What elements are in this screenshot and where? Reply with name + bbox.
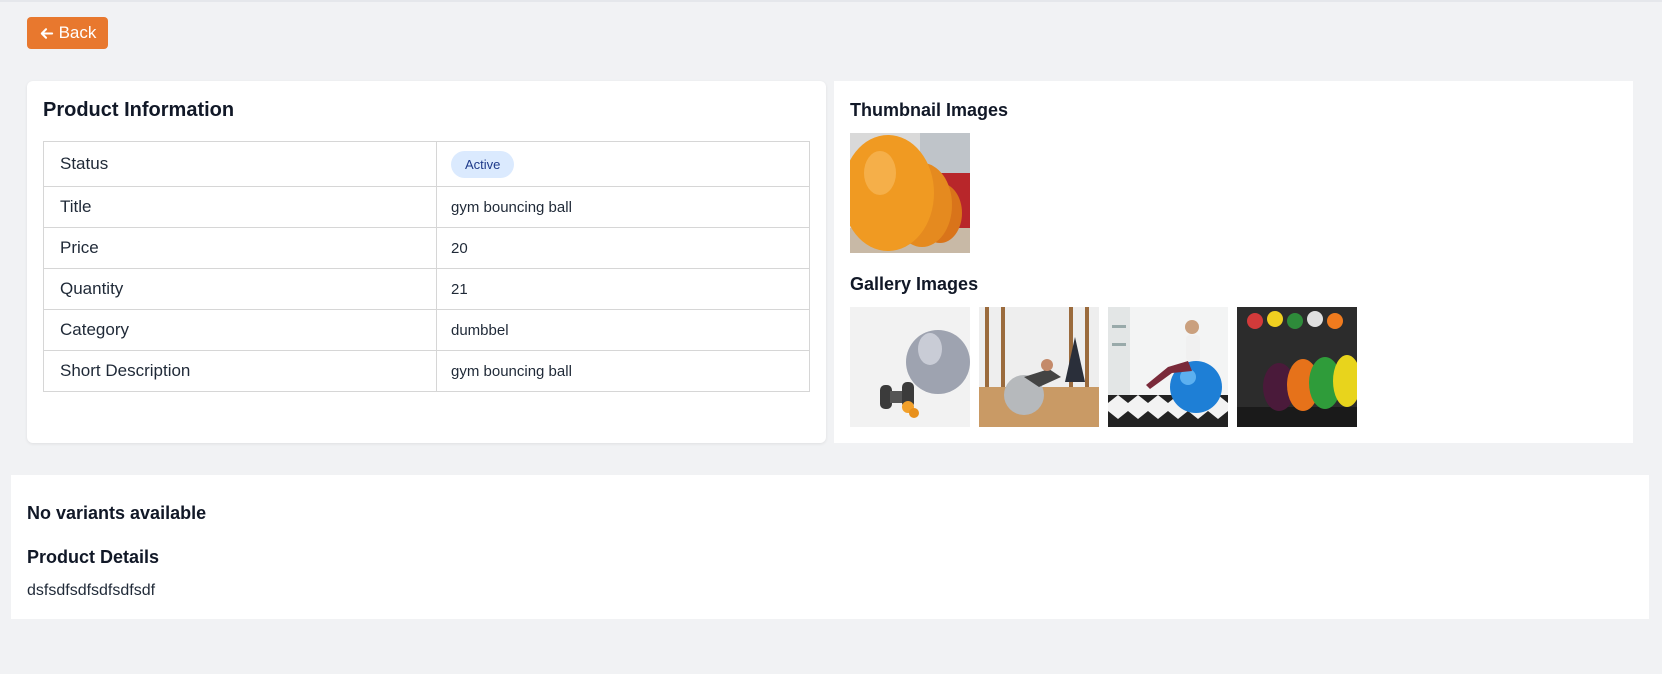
- row-value: gym bouncing ball: [436, 186, 810, 228]
- row-label: Category: [43, 309, 437, 351]
- product-information-table: Status Active Title gym bouncing ball Pr…: [43, 141, 810, 392]
- table-row: Price 20: [43, 227, 810, 269]
- table-row: Category dumbbel: [43, 309, 810, 351]
- product-information-card: Product Information Status Active Title …: [27, 81, 826, 443]
- gray-ball-and-dumbbells-photo: [850, 307, 970, 427]
- table-row: Quantity 21: [43, 268, 810, 310]
- thumbnail-image[interactable]: [850, 133, 970, 253]
- arrow-left-icon: [40, 27, 53, 39]
- status-badge: Active: [451, 150, 515, 178]
- row-label: Short Description: [43, 350, 437, 392]
- product-details-title: Product Details: [27, 547, 160, 567]
- product-details-card: No variants available Product Details ds…: [11, 475, 1649, 619]
- back-button[interactable]: Back: [27, 17, 108, 49]
- row-label: Price: [43, 227, 437, 269]
- product-media-card: Thumbnail Images Gallery Images: [834, 81, 1633, 443]
- table-row: Short Description gym bouncing ball: [43, 350, 810, 392]
- product-information-title: Product Information: [43, 99, 235, 121]
- row-value: 21: [436, 268, 810, 310]
- gallery-image[interactable]: [1108, 307, 1228, 427]
- gallery-image[interactable]: [1237, 307, 1357, 427]
- row-value: gym bouncing ball: [436, 350, 810, 392]
- product-details-text: dsfsdfsdfsdfsdfsdf: [27, 582, 156, 599]
- row-label: Quantity: [43, 268, 437, 310]
- row-value: 20: [436, 227, 810, 269]
- woman-exercising-on-ball-photo: [979, 307, 1099, 427]
- row-value: Active: [436, 141, 810, 187]
- row-value: dumbbel: [436, 309, 810, 351]
- back-button-label: Back: [58, 23, 97, 42]
- row-label: Status: [43, 141, 437, 187]
- gallery-image[interactable]: [850, 307, 970, 427]
- table-row: Title gym bouncing ball: [43, 186, 810, 228]
- woman-sitting-on-blue-ball-photo: [1108, 307, 1228, 427]
- thumbnail-images-title: Thumbnail Images: [850, 100, 1009, 120]
- gallery-image[interactable]: [979, 307, 1099, 427]
- top-border: [0, 0, 1662, 2]
- no-variants-message: No variants available: [27, 503, 207, 523]
- colorful-medicine-balls-photo: [1237, 307, 1357, 427]
- orange-gym-balls-photo: [850, 133, 970, 253]
- table-row: Status Active: [43, 141, 810, 187]
- gallery-images-title: Gallery Images: [850, 274, 979, 294]
- row-label: Title: [43, 186, 437, 228]
